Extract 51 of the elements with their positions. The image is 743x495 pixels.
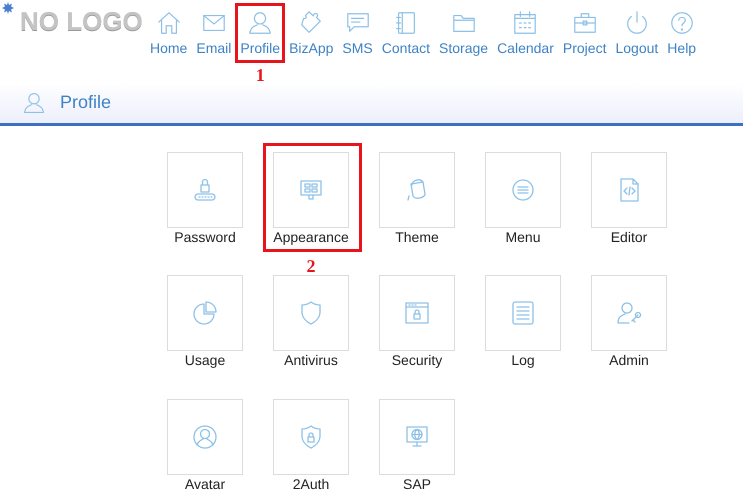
nav-link[interactable]: Profile [240,40,280,57]
tile[interactable] [591,152,667,228]
nav-link[interactable]: Calendar [497,40,554,57]
tile-label: Security [392,353,442,369]
tile[interactable] [591,275,667,352]
nav-link[interactable]: Contact [382,40,430,57]
tile[interactable] [485,152,561,228]
nav-link[interactable]: Help [667,40,696,57]
nav-link[interactable]: Logout [615,40,658,57]
pie-chart-icon [191,299,219,328]
tile[interactable] [167,275,243,352]
nav-link[interactable]: Storage [439,40,488,57]
callout-number: 2 [306,257,316,275]
tile-label: Password [174,230,236,246]
avatar-icon [191,422,219,451]
tile-label: Antivirus [284,353,338,369]
callout-frame [235,3,286,63]
tile[interactable] [167,152,243,228]
tile[interactable] [379,275,455,352]
briefcase-icon [572,10,598,36]
nav-link[interactable]: SMS [342,40,373,57]
tile[interactable] [273,152,349,228]
tile[interactable] [485,275,561,352]
tile-label: Theme [395,230,439,246]
help-icon [668,10,695,36]
tile-label: Usage [184,353,226,369]
tile-label: Admin [609,353,649,369]
tile-label: Appearance [273,230,349,246]
nav-link[interactable]: Project [562,40,606,57]
nav-link[interactable]: Email [196,40,232,57]
tile[interactable] [273,275,349,352]
callout-number: 1 [256,66,265,84]
calendar-icon [512,10,538,36]
tile[interactable] [379,152,455,228]
tile[interactable] [379,398,455,475]
home-icon [156,10,182,36]
tile[interactable] [167,398,243,475]
tile-label: Editor [610,230,648,246]
tile-label: 2Auth [292,476,330,492]
nav-link[interactable]: BizApp [289,40,334,57]
tile[interactable] [273,398,349,475]
tile-label: Log [511,353,535,369]
user-icon [22,90,46,114]
page-title: Profile [60,91,112,114]
logo-text: NO LOGO [20,8,143,34]
tile-label: Menu [505,230,541,246]
tile-label: SAP [402,476,431,492]
logo-icon [2,2,14,14]
user-icon [247,10,274,36]
tile-label: Avatar [184,476,226,492]
nav-link[interactable]: Home [150,40,188,57]
